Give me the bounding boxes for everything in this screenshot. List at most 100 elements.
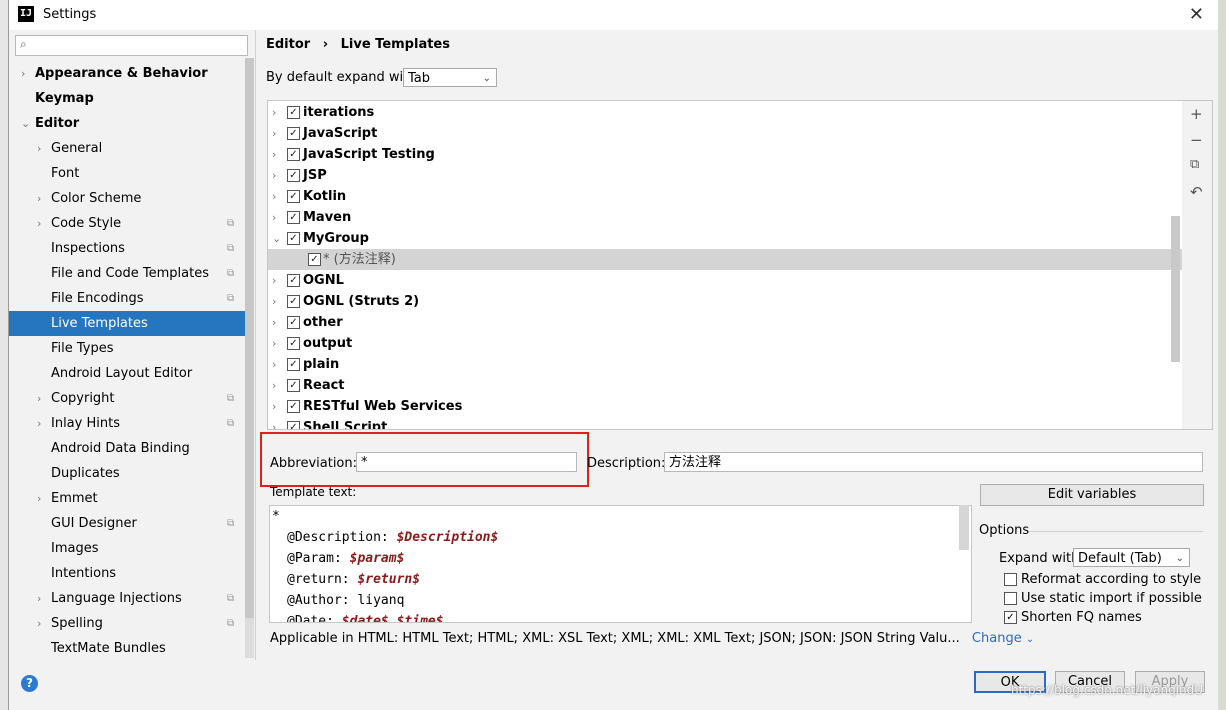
chevron-right-icon[interactable]: ›	[21, 61, 25, 86]
template-group-row[interactable]: › ✓ output	[268, 333, 1182, 354]
chevron-right-icon[interactable]: ›	[37, 611, 41, 636]
sidebar-item-code-style[interactable]: › Code Style ⧉	[9, 211, 245, 236]
enabled-checkbox[interactable]: ✓	[287, 106, 300, 119]
abbreviation-input[interactable]: *	[356, 452, 577, 472]
chevron-right-icon[interactable]: ›	[37, 586, 41, 611]
template-group-row[interactable]: › ✓ Shell Script	[268, 417, 1182, 429]
editor-scrollbar-thumb[interactable]	[959, 505, 969, 550]
chevron-right-icon[interactable]: ›	[272, 207, 276, 228]
change-link[interactable]: Change	[972, 631, 1022, 646]
template-group-row[interactable]: › ✓ Kotlin	[268, 186, 1182, 207]
template-group-row[interactable]: › ✓ OGNL	[268, 270, 1182, 291]
chevron-right-icon[interactable]: ›	[272, 123, 276, 144]
expand-with-select[interactable]: Tab ⌄	[403, 68, 497, 87]
chevron-right-icon[interactable]: ›	[272, 291, 276, 312]
template-group-row[interactable]: › ✓ RESTful Web Services	[268, 396, 1182, 417]
sidebar-item-inspections[interactable]: Inspections ⧉	[9, 236, 245, 261]
settings-search-input[interactable]: ⌕	[15, 35, 248, 56]
enabled-checkbox[interactable]: ✓	[287, 274, 300, 287]
template-group-row[interactable]: › ✓ other	[268, 312, 1182, 333]
enabled-checkbox[interactable]: ✓	[287, 379, 300, 392]
reformat-option[interactable]: Reformat according to style	[1004, 570, 1204, 589]
help-icon[interactable]: ?	[21, 675, 38, 692]
chevron-right-icon[interactable]: ›	[272, 375, 276, 396]
chevron-right-icon[interactable]: ›	[272, 333, 276, 354]
enabled-checkbox[interactable]: ✓	[287, 148, 300, 161]
remove-icon[interactable]: −	[1190, 131, 1203, 149]
enabled-checkbox[interactable]: ✓	[287, 337, 300, 350]
sidebar-item-file-types[interactable]: File Types	[9, 336, 245, 361]
enabled-checkbox[interactable]: ✓	[287, 358, 300, 371]
sidebar-item-general[interactable]: › General	[9, 136, 245, 161]
enabled-checkbox[interactable]: ✓	[308, 253, 321, 266]
enabled-checkbox[interactable]: ✓	[287, 400, 300, 413]
copy-icon[interactable]: ⧉	[1190, 157, 1199, 172]
chevron-right-icon[interactable]: ›	[272, 165, 276, 186]
shorten-fq-option[interactable]: ✓ Shorten FQ names	[1004, 608, 1204, 627]
enabled-checkbox[interactable]: ✓	[287, 211, 300, 224]
sidebar-item-color-scheme[interactable]: › Color Scheme	[9, 186, 245, 211]
chevron-right-icon[interactable]: ›	[37, 486, 41, 511]
template-group-row[interactable]: › ✓ plain	[268, 354, 1182, 375]
chevron-down-icon[interactable]: ⌄	[272, 228, 281, 249]
chevron-right-icon[interactable]: ›	[37, 136, 41, 161]
template-group-row[interactable]: › ✓ JSP	[268, 165, 1182, 186]
shorten-fq-checkbox[interactable]: ✓	[1004, 611, 1017, 624]
sidebar-item-gui-designer[interactable]: GUI Designer ⧉	[9, 511, 245, 536]
chevron-right-icon[interactable]: ›	[272, 417, 276, 429]
enabled-checkbox[interactable]: ✓	[287, 169, 300, 182]
restore-icon[interactable]: ↶	[1190, 183, 1203, 201]
sidebar-item-keymap[interactable]: Keymap	[9, 86, 245, 111]
template-group-row[interactable]: › ✓ iterations	[268, 102, 1182, 123]
template-row[interactable]: ✓ * (方法注释)	[268, 249, 1182, 270]
chevron-right-icon[interactable]: ›	[37, 211, 41, 236]
sidebar-item-intentions[interactable]: Intentions	[9, 561, 245, 586]
sidebar-item-live-templates[interactable]: Live Templates	[9, 311, 245, 336]
enabled-checkbox[interactable]: ✓	[287, 190, 300, 203]
add-icon[interactable]: +	[1190, 105, 1203, 123]
static-import-option[interactable]: Use static import if possible	[1004, 589, 1204, 608]
close-icon[interactable]: ✕	[1189, 4, 1204, 25]
sidebar-item-copyright[interactable]: › Copyright ⧉	[9, 386, 245, 411]
chevron-right-icon[interactable]: ›	[272, 354, 276, 375]
sidebar-item-file-and-code-templates[interactable]: File and Code Templates ⧉	[9, 261, 245, 286]
static-import-checkbox[interactable]	[1004, 592, 1017, 605]
template-group-row[interactable]: ⌄ ✓ MyGroup	[268, 228, 1182, 249]
sidebar-item-spelling[interactable]: › Spelling ⧉	[9, 611, 245, 636]
chevron-right-icon[interactable]: ›	[37, 186, 41, 211]
template-group-row[interactable]: › ✓ React	[268, 375, 1182, 396]
template-group-row[interactable]: › ✓ OGNL (Struts 2)	[268, 291, 1182, 312]
tree-scrollbar-thumb[interactable]	[1171, 216, 1180, 362]
chevron-right-icon[interactable]: ›	[272, 270, 276, 291]
sidebar-item-emmet[interactable]: › Emmet	[9, 486, 245, 511]
chevron-down-icon[interactable]: ⌄	[21, 111, 30, 136]
sidebar-item-font[interactable]: Font	[9, 161, 245, 186]
sidebar-item-inlay-hints[interactable]: › Inlay Hints ⧉	[9, 411, 245, 436]
chevron-right-icon[interactable]: ›	[272, 144, 276, 165]
sidebar-item-language-injections[interactable]: › Language Injections ⧉	[9, 586, 245, 611]
edit-variables-button[interactable]: Edit variables	[980, 484, 1204, 506]
template-group-row[interactable]: › ✓ JavaScript	[268, 123, 1182, 144]
enabled-checkbox[interactable]: ✓	[287, 295, 300, 308]
sidebar-item-android-layout-editor[interactable]: Android Layout Editor	[9, 361, 245, 386]
sidebar-item-images[interactable]: Images	[9, 536, 245, 561]
chevron-right-icon[interactable]: ›	[272, 102, 276, 123]
sidebar-item-appearance-behavior[interactable]: › Appearance & Behavior	[9, 61, 245, 86]
chevron-right-icon[interactable]: ›	[37, 386, 41, 411]
sidebar-item-textmate-bundles[interactable]: TextMate Bundles	[9, 636, 245, 661]
template-group-row[interactable]: › ✓ JavaScript Testing	[268, 144, 1182, 165]
sidebar-item-android-data-binding[interactable]: Android Data Binding	[9, 436, 245, 461]
sidebar-item-duplicates[interactable]: Duplicates	[9, 461, 245, 486]
enabled-checkbox[interactable]: ✓	[287, 127, 300, 140]
enabled-checkbox[interactable]: ✓	[287, 421, 300, 429]
chevron-right-icon[interactable]: ›	[37, 411, 41, 436]
sidebar-item-editor[interactable]: ⌄ Editor	[9, 111, 245, 136]
sidebar-scrollbar-thumb[interactable]	[245, 58, 254, 618]
chevron-right-icon[interactable]: ›	[272, 312, 276, 333]
enabled-checkbox[interactable]: ✓	[287, 316, 300, 329]
description-input[interactable]: 方法注释	[664, 452, 1203, 472]
reformat-checkbox[interactable]	[1004, 573, 1017, 586]
options-expand-select[interactable]: Default (Tab) ⌄	[1073, 548, 1190, 567]
sidebar-item-file-encodings[interactable]: File Encodings ⧉	[9, 286, 245, 311]
template-text-editor[interactable]: * @Description: $Description$ @Param: $par…	[269, 505, 972, 623]
